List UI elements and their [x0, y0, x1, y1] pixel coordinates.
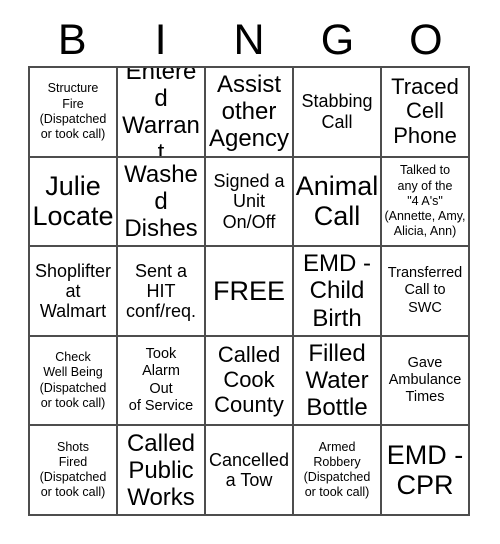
- bingo-cell[interactable]: Check Well Being (Dispatched or took cal…: [30, 336, 118, 427]
- bingo-cell[interactable]: Filled Water Bottle: [294, 336, 382, 427]
- bingo-cell-label: Armed Robbery (Dispatched or took call): [303, 439, 371, 500]
- bingo-cell-label: Check Well Being (Dispatched or took cal…: [39, 350, 107, 410]
- bingo-cell-label: EMD - CPR: [386, 439, 464, 501]
- bingo-cell-label: Signed a Unit On/Off: [213, 170, 285, 232]
- bingo-cell[interactable]: Entered Warrant: [118, 68, 206, 158]
- bingo-cell[interactable]: Signed a Unit On/Off: [206, 157, 294, 248]
- bingo-cell[interactable]: EMD - Child Birth: [294, 247, 382, 337]
- bingo-cell-label: Filled Water Bottle: [305, 339, 369, 422]
- bingo-cell[interactable]: Traced Cell Phone: [382, 68, 470, 158]
- header-letter-o: O: [409, 15, 443, 64]
- bingo-cell[interactable]: Shots Fired (Dispatched or took call): [30, 426, 118, 516]
- bingo-cell[interactable]: Assist other Agency: [206, 68, 294, 158]
- bingo-cell[interactable]: Called Public Works: [118, 426, 206, 516]
- bingo-cell[interactable]: Stabbing Call: [294, 68, 382, 158]
- header-letter-i: I: [154, 15, 167, 64]
- bingo-cell-label: Called Public Works: [126, 429, 196, 511]
- bingo-cell[interactable]: Washed Dishes: [118, 157, 206, 248]
- bingo-cell[interactable]: Cancelled a Tow: [206, 426, 294, 516]
- bingo-cell-label: Talked to any of the "4 A's" (Annette, A…: [384, 163, 466, 239]
- bingo-cell[interactable]: Animal Call: [294, 157, 382, 248]
- bingo-cell-label: Traced Cell Phone: [391, 73, 459, 149]
- bingo-cell-label: EMD - Child Birth: [303, 250, 371, 332]
- bingo-cell-label: Took Alarm Out of Service: [128, 345, 194, 414]
- bingo-cell[interactable]: Armed Robbery (Dispatched or took call): [294, 426, 382, 516]
- bingo-cell[interactable]: Called Cook County: [206, 336, 294, 427]
- bingo-cell-label: Structure Fire (Dispatched or took call): [39, 81, 107, 142]
- bingo-cell-label: Sent a HIT conf/req.: [125, 260, 197, 322]
- bingo-cell-label: Shoplifter at Walmart: [34, 260, 112, 322]
- header-letter-g: G: [320, 15, 355, 64]
- bingo-cell-label: Assist other Agency: [208, 71, 290, 153]
- bingo-cell[interactable]: EMD - CPR: [382, 426, 470, 516]
- header-letter-b: B: [57, 15, 87, 64]
- bingo-cell-label: Julie Locate: [32, 170, 114, 232]
- bingo-grid: Structure Fire (Dispatched or took call)…: [28, 66, 470, 516]
- bingo-cell-label: Shots Fired (Dispatched or took call): [39, 439, 107, 500]
- bingo-cell-label: FREE: [212, 275, 285, 306]
- bingo-cell-label: Washed Dishes: [124, 160, 198, 242]
- bingo-cell-label: Cancelled a Tow: [208, 449, 290, 491]
- bingo-cell[interactable]: Talked to any of the "4 A's" (Annette, A…: [382, 157, 470, 248]
- bingo-cell[interactable]: Julie Locate: [30, 157, 118, 248]
- bingo-cell[interactable]: Sent a HIT conf/req.: [118, 247, 206, 337]
- bingo-card: B I N G O Structure Fire (Dispatched or …: [0, 0, 500, 544]
- bingo-cell-label: Gave Ambulance Times: [388, 354, 462, 406]
- bingo-cell-label: Transferred Call to SWC: [387, 264, 463, 316]
- bingo-cell-label: Called Cook County: [214, 342, 284, 418]
- bingo-cell[interactable]: Shoplifter at Walmart: [30, 247, 118, 337]
- header-letter-n: N: [233, 15, 265, 64]
- bingo-cell[interactable]: Structure Fire (Dispatched or took call): [30, 68, 118, 158]
- bingo-cell-free[interactable]: FREE: [206, 247, 294, 337]
- bingo-cell[interactable]: Gave Ambulance Times: [382, 336, 470, 427]
- bingo-header: B I N G O: [28, 14, 470, 66]
- bingo-cell[interactable]: Transferred Call to SWC: [382, 247, 470, 337]
- bingo-cell-label: Animal Call: [295, 170, 379, 232]
- bingo-cell-label: Entered Warrant: [122, 68, 200, 158]
- bingo-cell-label: Stabbing Call: [301, 91, 373, 132]
- bingo-cell[interactable]: Took Alarm Out of Service: [118, 336, 206, 427]
